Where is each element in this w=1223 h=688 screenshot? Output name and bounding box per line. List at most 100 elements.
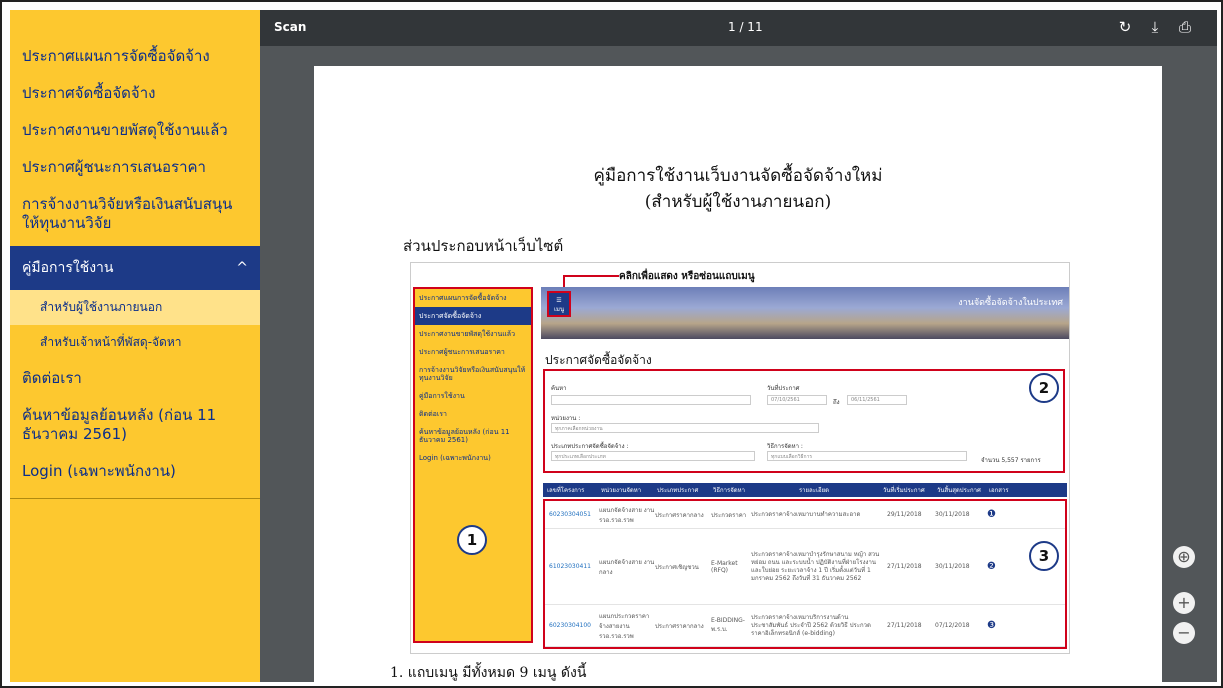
- cell: 07/12/2018: [935, 622, 970, 629]
- mock-th: ประเภทประกาศ: [657, 487, 699, 494]
- sidebar-item-contact[interactable]: ติดต่อเรา: [10, 360, 260, 397]
- cell: E-Market (RFQ): [711, 559, 738, 574]
- mock-sidebar: ประกาศแผนการจัดซื้อจัดจ้าง ประกาศจัดซื้อ…: [413, 287, 533, 643]
- mock-date-from: 07/10/2561: [767, 395, 827, 405]
- pdf-title: Scan: [274, 20, 307, 34]
- hamburger-icon: ☰: [556, 297, 562, 304]
- document-icon: ❸: [987, 620, 996, 631]
- pdf-page: คู่มือการใช้งานเว็บงานจัดซื้อจัดจ้างใหม่…: [314, 66, 1162, 682]
- document-title-line1: คู่มือการใช้งานเว็บงานจัดซื้อจัดจ้างใหม่: [593, 166, 883, 186]
- mock-filter-panel: ค้นหา วันที่ประกาศ 07/10/2561 ถึง 06/11/…: [543, 369, 1065, 473]
- marker-2: 2: [1029, 373, 1059, 403]
- cell: 30/11/2018: [935, 511, 970, 518]
- sidebar-item-archive-search[interactable]: ค้นหาข้อมูลย้อนหลัง (ก่อน 11 ธันวาคม 256…: [10, 397, 260, 453]
- zoom-in-button[interactable]: +: [1173, 592, 1195, 614]
- sidebar-item-procurement-plan[interactable]: ประกาศแผนการจัดซื้อจัดจ้าง: [10, 38, 260, 75]
- sidebar-item-used-supplies-sale[interactable]: ประกาศงานขายพัสดุใช้งานแล้ว: [10, 112, 260, 149]
- mock-table-header: เลขที่โครงการ หน่วยงานจัดหา ประเภทประกาศ…: [543, 483, 1067, 497]
- mock-th: เลขที่โครงการ: [547, 487, 585, 494]
- marker-3: 3: [1029, 541, 1059, 571]
- mock-results-table: เลขที่โครงการ หน่วยงานจัดหา ประเภทประกาศ…: [543, 483, 1067, 649]
- print-icon[interactable]: ⎙: [1176, 18, 1194, 36]
- mock-sidebar-item: Login (เฉพาะพนักงาน): [419, 454, 491, 462]
- cell: ประกวดราคา: [711, 511, 747, 519]
- mock-sidebar-item: ประกาศจัดซื้อจัดจ้าง: [415, 307, 531, 325]
- download-icon[interactable]: ⤓: [1146, 18, 1164, 36]
- zoom-out-button[interactable]: −: [1173, 622, 1195, 644]
- rotate-icon[interactable]: ↻: [1116, 18, 1134, 36]
- cell: ประกาศราคากลาง: [655, 511, 704, 519]
- cell: ประกวดราคาจ้างเหมาบำรุงรักษาสนาม หญ้า สว…: [751, 550, 880, 582]
- page-indicator: 1 / 11: [728, 20, 763, 34]
- cell: E-BIDDING-พ.ร.บ.: [711, 617, 745, 633]
- cell: 27/11/2018: [887, 622, 922, 629]
- table-row: 61023030411 แผนกจัดจ้างสาย งานกลาง ประกา…: [545, 529, 1065, 605]
- sidebar-section-manual[interactable]: คู่มือการใช้งาน ^: [10, 246, 260, 290]
- mock-th: วิธีการจัดหา: [713, 487, 745, 494]
- mock-method-select: ทุกแบบเลือกวิธีการ: [767, 451, 967, 461]
- cell: ประกวดราคาจ้างเหมาบานทำความสะอาด: [751, 510, 861, 518]
- sidebar-item-research-funding[interactable]: การจ้างงานวิจัยหรือเงินสนับสนุนให้ทุนงาน…: [10, 186, 260, 242]
- mock-sidebar-item: คู่มือการใช้งาน: [419, 392, 465, 400]
- cell: แผนกจัดจ้างสาย งานกลาง: [599, 558, 655, 576]
- pdf-toolbar: Scan 1 / 11 ↻ ⤓ ⎙: [260, 10, 1217, 46]
- mock-th: เอกสาร: [989, 487, 1009, 494]
- marker-1: 1: [457, 525, 487, 555]
- mock-sidebar-item: ค้นหาข้อมูลย้อนหลัง (ก่อน 11 ธันวาคม 256…: [419, 428, 510, 444]
- cell: 61023030411: [549, 563, 591, 570]
- cell: ประกาศราคากลาง: [655, 622, 704, 630]
- mock-th: วันที่เริ่มประกาศ: [883, 487, 925, 494]
- mock-search-label: ค้นหา: [551, 385, 567, 392]
- cell: 60230304051: [549, 511, 591, 518]
- mock-th: วันสิ้นสุดประกาศ: [937, 487, 981, 494]
- fit-page-icon[interactable]: ⊕: [1173, 546, 1195, 568]
- section-title: ส่วนประกอบหน้าเว็บไซต์: [403, 237, 564, 255]
- mock-unit-label: หน่วยงาน :: [551, 415, 581, 422]
- cell: 27/11/2018: [887, 563, 922, 570]
- mock-sidebar-item: การจ้างงานวิจัยหรือเงินสนับสนุนให้ทุนงาน…: [419, 366, 526, 382]
- document-body-text: 1. แถบเมนู มีทั้งหมด 9 เมนู ดังนี้: [390, 665, 587, 681]
- mock-unit-select: ทุกภาคเลือกหน่วยงาน: [551, 423, 819, 433]
- mock-th: รายละเอียด: [798, 487, 830, 494]
- screenshot-frame: ประกาศแผนการจัดซื้อจัดจ้าง ประกาศจัดซื้อ…: [0, 0, 1223, 688]
- sidebar-item-login[interactable]: Login (เฉพาะพนักงาน): [10, 453, 260, 490]
- cell: แผนกประกวดราคา จ้างสายงาน รวอ.รวอ.รวพ: [599, 612, 650, 640]
- sidebar-item-procurement-announcement[interactable]: ประกาศจัดซื้อจัดจ้าง: [10, 75, 260, 112]
- mock-banner: งานจัดซื้อจัดจ้างในประเทศ: [541, 287, 1069, 339]
- mock-sidebar-item: ประกาศงานขายพัสดุใช้งานแล้ว: [419, 330, 515, 338]
- mock-menu-label: เมนู: [553, 306, 565, 313]
- cell: 30/11/2018: [935, 563, 970, 570]
- sidebar: ประกาศแผนการจัดซื้อจัดจ้าง ประกาศจัดซื้อ…: [10, 10, 260, 682]
- chevron-up-icon: ^: [236, 260, 248, 276]
- mock-sidebar-item: ติดต่อเรา: [419, 410, 447, 418]
- cell: ประกวดราคาจ้างเหมาบริการงานด้าน ประชาสัม…: [751, 613, 871, 637]
- sidebar-subitem-external-users[interactable]: สำหรับผู้ใช้งานภายนอก: [10, 290, 260, 325]
- mock-date-label: วันที่ประกาศ: [767, 385, 800, 392]
- table-row: 60230304051 แผนกจัดจ้างสาย งาน รวอ.รวอ.ร…: [545, 501, 1065, 529]
- table-row: 60230304100 แผนกประกวดราคา จ้างสายงาน รว…: [545, 605, 1065, 647]
- mock-date-to: 06/11/2561: [847, 395, 907, 405]
- mock-sidebar-item: ประกาศผู้ชนะการเสนอราคา: [419, 348, 505, 356]
- cell: 60230304100: [549, 622, 591, 629]
- document-icon: ❶: [987, 509, 996, 520]
- sidebar-item-winning-bidders[interactable]: ประกาศผู้ชนะการเสนอราคา: [10, 149, 260, 186]
- cell: 29/11/2018: [887, 511, 922, 518]
- mock-date-sep: ถึง: [833, 399, 840, 406]
- mock-type-label: ประเภทประกาศจัดซื้อจัดจ้าง :: [551, 443, 629, 450]
- website-mockup-figure: คลิกเพื่อแสดง หรือซ่อนแถบเมนู ประกาศแผนก…: [410, 262, 1070, 654]
- mock-banner-text: งานจัดซื้อจัดจ้างในประเทศ: [958, 298, 1063, 308]
- mock-method-label: วิธีการจัดหา :: [767, 443, 803, 450]
- mock-page-title: ประกาศจัดซื้อจัดจ้าง: [545, 353, 652, 367]
- sidebar-subitem-procurement-staff[interactable]: สำหรับเจ้าหน้าที่พัสดุ-จัดหา: [10, 325, 260, 360]
- document-title-line2: (สำหรับผู้ใช้งานภายนอก): [644, 192, 832, 212]
- sidebar-section-label: คู่มือการใช้งาน: [22, 260, 114, 276]
- mock-sidebar-item: ประกาศแผนการจัดซื้อจัดจ้าง: [419, 294, 507, 302]
- mock-search-input: [551, 395, 751, 405]
- mock-result-count: จำนวน 5,557 รายการ: [981, 457, 1041, 464]
- mock-table-rows: 60230304051 แผนกจัดจ้างสาย งาน รวอ.รวอ.ร…: [543, 499, 1067, 649]
- pdf-viewer: Scan 1 / 11 ↻ ⤓ ⎙ คู่มือการใช้งานเว็บงาน…: [260, 10, 1217, 682]
- cell: ประกาศเชิญชวน: [655, 563, 699, 571]
- mock-th: หน่วยงานจัดหา: [601, 487, 642, 494]
- mock-menu-button: ☰ เมนู: [547, 291, 571, 317]
- document-icon: ❷: [987, 561, 996, 572]
